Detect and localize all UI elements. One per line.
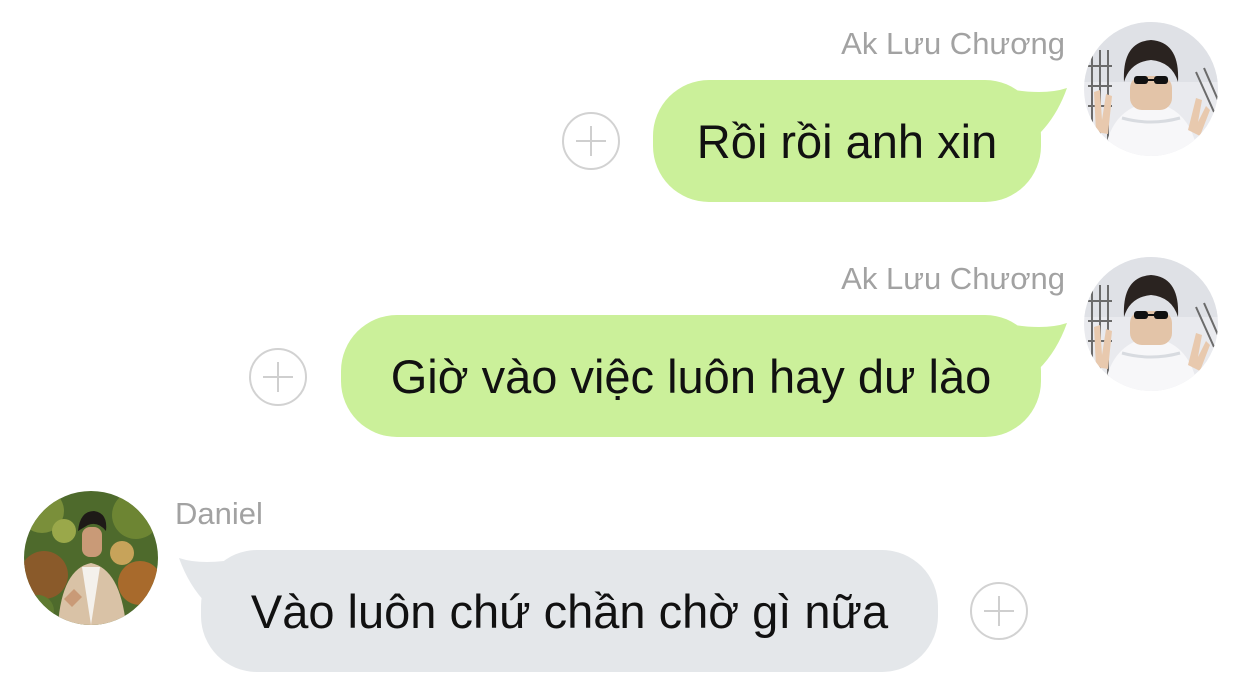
person-hoodie-avatar-icon — [1084, 22, 1218, 156]
add-reaction-button[interactable] — [249, 348, 307, 406]
sender-name: Daniel — [175, 496, 263, 531]
add-reaction-button[interactable] — [562, 112, 620, 170]
sender-avatar[interactable] — [1084, 22, 1218, 156]
sender-name: Ak Lưu Chương — [841, 261, 1065, 296]
chat-thread: Ak Lưu Chương Rồi rồi anh xin Ak Lưu Chư… — [0, 0, 1242, 683]
message-bubble[interactable]: Vào luôn chứ chần chờ gì nữa — [201, 550, 938, 672]
sender-avatar[interactable] — [1084, 257, 1218, 391]
message-bubble-wrapper: Vào luôn chứ chần chờ gì nữa — [179, 550, 938, 672]
add-reaction-button[interactable] — [970, 582, 1028, 640]
message-bubble-wrapper: Giờ vào việc luôn hay dư lào — [341, 315, 1067, 437]
message-bubble[interactable]: Giờ vào việc luôn hay dư lào — [341, 315, 1041, 437]
message-bubble[interactable]: Rồi rồi anh xin — [653, 80, 1041, 202]
message-bubble-wrapper: Rồi rồi anh xin — [653, 80, 1067, 202]
sender-avatar[interactable] — [24, 491, 158, 625]
person-plants-avatar-icon — [24, 491, 158, 625]
sender-name: Ak Lưu Chương — [841, 26, 1065, 61]
person-hoodie-avatar-icon — [1084, 257, 1218, 391]
